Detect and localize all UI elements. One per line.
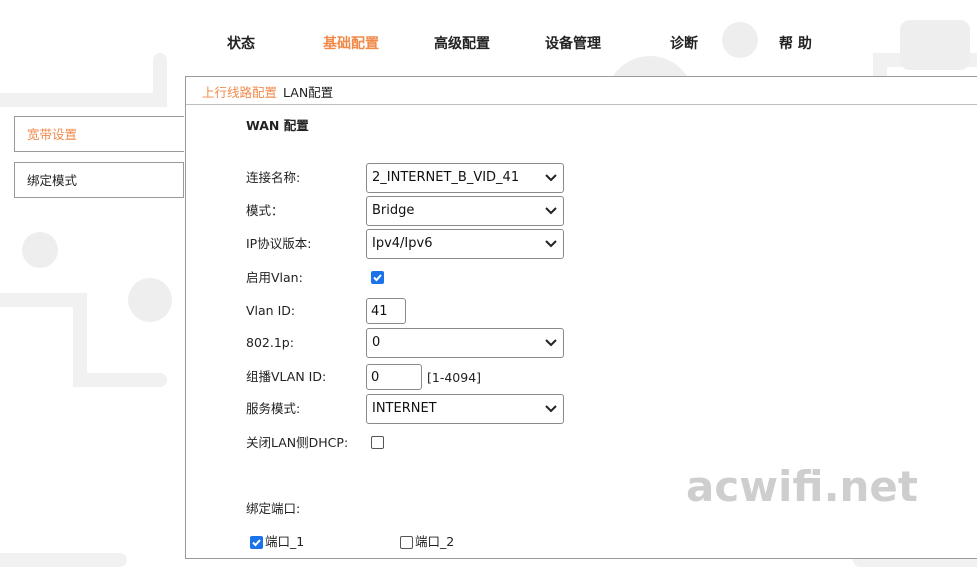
port-2-label: 端口_2 <box>415 534 455 549</box>
vlan-id-input[interactable] <box>366 298 406 324</box>
nav-diagnostics[interactable]: 诊断 <box>670 33 698 53</box>
service-mode-label: 服务模式: <box>246 401 301 416</box>
breadcrumb-uplink-config[interactable]: 上行线路配置 <box>202 85 277 100</box>
ip-version-value: Ipv4/Ipv6 <box>372 236 433 251</box>
breadcrumb: 上行线路配置 LAN配置 <box>186 77 977 105</box>
mode-row: 模式： Bridge <box>246 196 946 226</box>
port-2-option[interactable]: 端口_2 <box>400 534 454 550</box>
vlan-id-row: Vlan ID: <box>246 296 946 326</box>
multicast-vlan-row: 组播VLAN ID: [1-4094] <box>246 362 946 392</box>
mode-value: Bridge <box>372 203 415 218</box>
connection-name-row: 连接名称: 2_INTERNET_B_VID_41 <box>246 163 946 193</box>
service-mode-select[interactable]: INTERNET <box>366 394 564 424</box>
port-2-checkbox[interactable] <box>400 535 413 549</box>
breadcrumb-lan-config[interactable]: LAN配置 <box>283 85 333 100</box>
service-mode-value: INTERNET <box>372 401 437 416</box>
enable-vlan-label: 启用Vlan: <box>246 270 303 285</box>
top-navigation: 状态 基础配置 高级配置 设备管理 诊断 帮 助 <box>0 0 977 80</box>
nav-advanced-config[interactable]: 高级配置 <box>434 33 490 53</box>
port-1-checkbox[interactable] <box>250 535 263 549</box>
nav-basic-config[interactable]: 基础配置 <box>323 33 379 53</box>
ip-version-row: IP协议版本: Ipv4/Ipv6 <box>246 229 946 259</box>
port-1-label: 端口_1 <box>265 534 305 549</box>
service-mode-row: 服务模式: INTERNET <box>246 394 946 424</box>
chevron-down-icon <box>545 405 557 413</box>
chevron-down-icon <box>545 174 557 182</box>
sidebar-item-binding-mode[interactable]: 绑定模式 <box>14 162 184 198</box>
chevron-down-icon <box>545 339 557 347</box>
connection-name-label: 连接名称: <box>246 170 301 185</box>
nav-help[interactable]: 帮 助 <box>779 33 812 53</box>
checkmark-icon <box>373 274 382 282</box>
nav-status[interactable]: 状态 <box>227 33 255 53</box>
chevron-down-icon <box>545 240 557 248</box>
chevron-down-icon <box>545 207 557 215</box>
multicast-vlan-label: 组播VLAN ID: <box>246 369 327 384</box>
mode-label: 模式： <box>246 203 284 218</box>
ip-version-label: IP协议版本: <box>246 236 312 251</box>
multicast-vlan-input[interactable] <box>366 364 422 390</box>
disable-lan-dhcp-label: 关闭LAN侧DHCP: <box>246 435 349 450</box>
watermark: acwifi.net <box>686 462 918 511</box>
section-title: WAN 配置 <box>246 118 309 133</box>
port-1-option[interactable]: 端口_1 <box>250 534 304 550</box>
dot1p-select[interactable]: 0 <box>366 328 564 358</box>
disable-lan-dhcp-checkbox[interactable] <box>371 436 384 449</box>
checkmark-icon <box>252 538 261 546</box>
dot1p-value: 0 <box>372 335 381 350</box>
nav-device-management[interactable]: 设备管理 <box>545 33 601 53</box>
enable-vlan-checkbox[interactable] <box>371 271 384 284</box>
multicast-vlan-hint: [1-4094] <box>427 369 482 385</box>
ip-version-select[interactable]: Ipv4/Ipv6 <box>366 229 564 259</box>
connection-name-value: 2_INTERNET_B_VID_41 <box>372 170 520 185</box>
bind-ports-label: 绑定端口: <box>246 501 301 516</box>
dot1p-row: 802.1p: 0 <box>246 328 946 358</box>
enable-vlan-row: 启用Vlan: <box>246 263 946 293</box>
vlan-id-label: Vlan ID: <box>246 303 296 318</box>
bind-ports-options: 端口_1 端口_2 <box>246 534 946 552</box>
mode-select[interactable]: Bridge <box>366 196 564 226</box>
dot1p-label: 802.1p: <box>246 335 294 350</box>
connection-name-select[interactable]: 2_INTERNET_B_VID_41 <box>366 163 564 193</box>
disable-lan-dhcp-row: 关闭LAN侧DHCP: <box>246 428 946 458</box>
sidebar-item-broadband[interactable]: 宽带设置 <box>14 116 184 152</box>
